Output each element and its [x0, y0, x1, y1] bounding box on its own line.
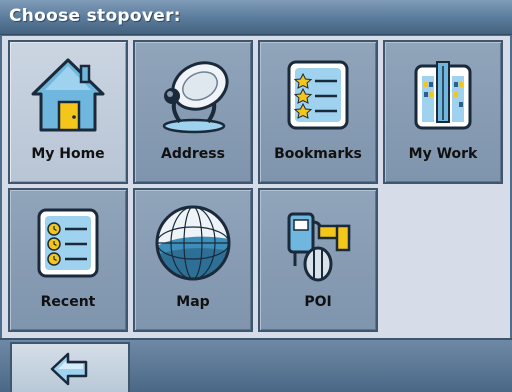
bookmarks-list-icon	[275, 52, 361, 138]
house-icon	[25, 52, 111, 138]
tile-map[interactable]: Map	[133, 188, 253, 332]
tile-recent[interactable]: Recent	[8, 188, 128, 332]
tile-label: Recent	[40, 294, 96, 310]
tile-label: Map	[176, 294, 210, 310]
tile-poi[interactable]: POI	[258, 188, 378, 332]
tile-label: My Home	[31, 146, 105, 162]
back-arrow-icon	[50, 352, 88, 386]
stopover-grid: My Home Address Bookmarks My Work Recent…	[2, 36, 510, 338]
office-building-icon	[400, 52, 486, 138]
title-bar: Choose stopover:	[0, 0, 512, 35]
globe-map-icon	[150, 200, 236, 286]
tile-my-home[interactable]: My Home	[8, 40, 128, 184]
bottom-bar	[0, 338, 512, 392]
recent-list-icon	[25, 200, 111, 286]
tile-address[interactable]: Address	[133, 40, 253, 184]
gas-pump-icon	[275, 200, 361, 286]
back-button[interactable]	[10, 342, 130, 392]
page-title: Choose stopover:	[9, 6, 181, 26]
tile-label: My Work	[408, 146, 478, 162]
tile-label: POI	[304, 294, 332, 310]
tile-bookmarks[interactable]: Bookmarks	[258, 40, 378, 184]
satellite-dish-icon	[150, 52, 236, 138]
tile-label: Address	[161, 146, 225, 162]
tile-my-work[interactable]: My Work	[383, 40, 503, 184]
tile-label: Bookmarks	[274, 146, 362, 162]
